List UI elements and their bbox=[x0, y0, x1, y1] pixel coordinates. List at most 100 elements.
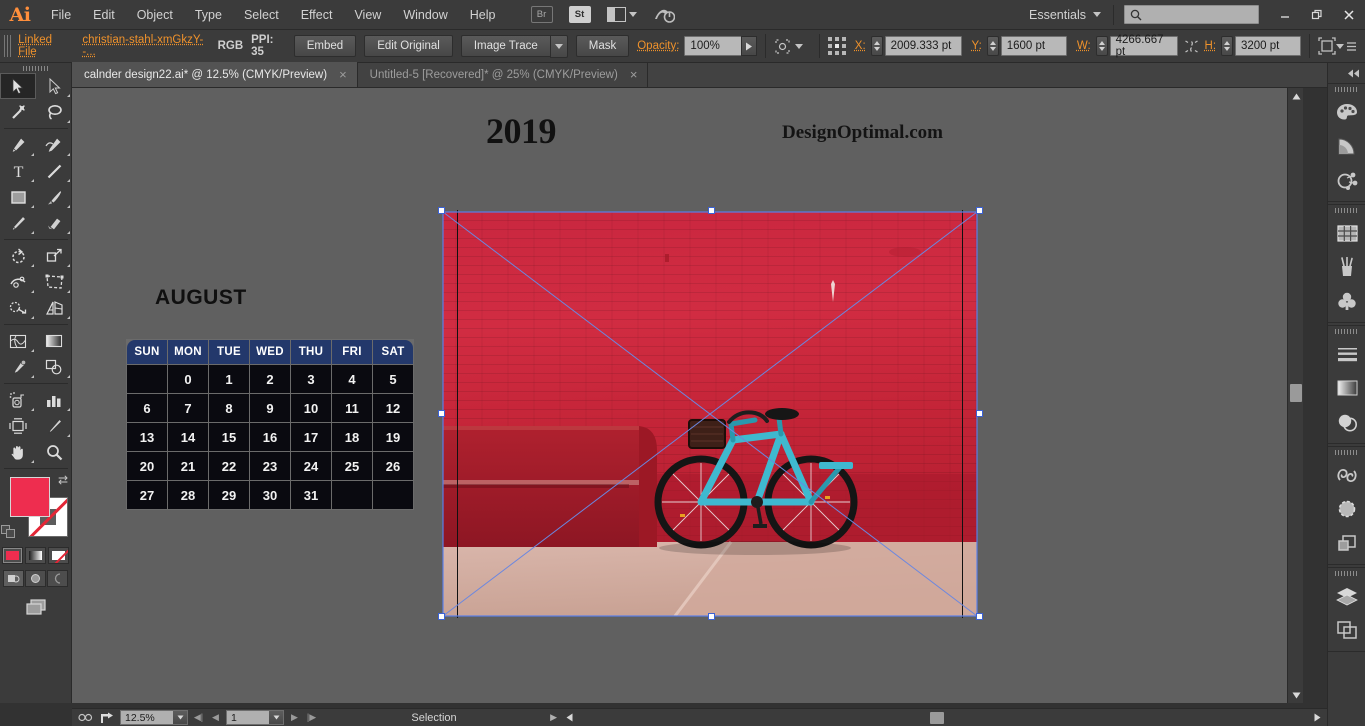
w-stepper[interactable] bbox=[1095, 36, 1108, 56]
constrain-proportions-button[interactable] bbox=[1184, 38, 1199, 55]
device-n-icon[interactable] bbox=[76, 710, 94, 726]
transparency-panel-icon[interactable] bbox=[1328, 405, 1365, 439]
opacity-slider-button[interactable] bbox=[740, 36, 757, 56]
draw-normal-button[interactable] bbox=[3, 570, 24, 587]
layers-panel-icon[interactable] bbox=[1328, 579, 1365, 613]
linked-file-name[interactable]: christian-stahl-xmGkzY--... bbox=[82, 34, 203, 58]
line-segment-tool[interactable] bbox=[36, 158, 72, 184]
share-on-behance-icon[interactable] bbox=[98, 710, 116, 726]
edit-original-button[interactable]: Edit Original bbox=[364, 35, 453, 57]
panel-group-grip[interactable] bbox=[1328, 326, 1365, 337]
paintbrush-tool[interactable] bbox=[36, 184, 72, 210]
image-trace-button[interactable]: Image Trace bbox=[460, 35, 550, 57]
canvas-vertical-scrollbar[interactable] bbox=[1287, 88, 1303, 703]
direct-selection-tool[interactable] bbox=[36, 73, 72, 99]
zoom-level-value[interactable]: 12.5% bbox=[121, 712, 173, 724]
selection-handle-bc[interactable] bbox=[708, 613, 715, 620]
panel-menu-button[interactable] bbox=[1336, 41, 1357, 52]
symbol-sprayer-tool[interactable] bbox=[0, 387, 36, 413]
fill-swatch[interactable] bbox=[10, 477, 50, 517]
selection-handle-tr[interactable] bbox=[976, 207, 983, 214]
creative-cloud-icon[interactable] bbox=[653, 7, 675, 23]
eraser-tool[interactable] bbox=[36, 210, 72, 236]
maximize-restore-button[interactable] bbox=[1301, 0, 1333, 30]
menu-help[interactable]: Help bbox=[459, 0, 507, 30]
color-mode-gradient-button[interactable] bbox=[25, 547, 46, 564]
image-trace-split-button[interactable]: Image Trace bbox=[460, 34, 568, 58]
tools-panel-grip[interactable] bbox=[0, 63, 71, 73]
selection-tool[interactable] bbox=[0, 73, 36, 99]
linked-file-label[interactable]: Linked File bbox=[18, 34, 68, 58]
close-icon[interactable]: × bbox=[339, 68, 347, 81]
document-canvas[interactable]: 2019 DesignOptimal.com AUGUST SUN MON TU… bbox=[72, 88, 1303, 703]
selection-handle-tc[interactable] bbox=[708, 207, 715, 214]
next-artboard-button[interactable]: ▶ bbox=[288, 710, 301, 726]
blend-tool[interactable] bbox=[36, 354, 72, 380]
symbols-panel-icon[interactable] bbox=[1328, 284, 1365, 318]
recolor-artwork-icon[interactable] bbox=[1328, 163, 1365, 197]
artboard-number-control[interactable]: 1 bbox=[226, 710, 284, 725]
h-stepper[interactable] bbox=[1221, 36, 1233, 56]
draw-inside-button[interactable] bbox=[47, 570, 68, 587]
chevron-down-icon[interactable] bbox=[549, 34, 568, 58]
x-stepper[interactable] bbox=[870, 36, 883, 56]
minimize-button[interactable] bbox=[1269, 0, 1301, 30]
panel-group-grip[interactable] bbox=[1328, 84, 1365, 95]
w-input[interactable]: 4266.667 pt bbox=[1109, 34, 1178, 58]
width-tool[interactable] bbox=[0, 269, 36, 295]
artboards-panel-icon[interactable] bbox=[1328, 613, 1365, 647]
y-input[interactable]: 1600 pt bbox=[1000, 36, 1067, 56]
magic-wand-tool[interactable] bbox=[0, 99, 36, 125]
scroll-up-button[interactable] bbox=[1288, 88, 1304, 104]
slice-tool[interactable] bbox=[36, 413, 72, 439]
stroke-panel-icon[interactable] bbox=[1328, 337, 1365, 371]
gradient-panel-icon[interactable] bbox=[1328, 371, 1365, 405]
swatches-panel-icon[interactable] bbox=[1328, 216, 1365, 250]
free-transform-tool[interactable] bbox=[36, 269, 72, 295]
type-tool[interactable]: T bbox=[0, 158, 36, 184]
lasso-tool[interactable] bbox=[36, 99, 72, 125]
eyedropper-tool[interactable] bbox=[0, 354, 36, 380]
menu-effect[interactable]: Effect bbox=[290, 0, 344, 30]
menu-view[interactable]: View bbox=[343, 0, 392, 30]
document-tab-untitled[interactable]: Untitled-5 [Recovered]* @ 25% (CMYK/Prev… bbox=[358, 62, 649, 87]
menu-object[interactable]: Object bbox=[126, 0, 184, 30]
search-box[interactable] bbox=[1124, 5, 1259, 24]
appearance-panel-icon[interactable] bbox=[1328, 492, 1365, 526]
canvas-horizontal-scrollbar[interactable] bbox=[561, 708, 1365, 726]
artboard-dropdown-button[interactable] bbox=[269, 711, 283, 724]
embed-button[interactable]: Embed bbox=[293, 35, 357, 57]
default-fill-stroke-icon[interactable] bbox=[1, 525, 16, 539]
menu-window[interactable]: Window bbox=[392, 0, 458, 30]
scroll-down-button[interactable] bbox=[1288, 687, 1304, 703]
screen-mode-button[interactable] bbox=[0, 597, 71, 617]
selection-handle-mr[interactable] bbox=[976, 410, 983, 417]
brushes-panel-icon[interactable] bbox=[1328, 250, 1365, 284]
menu-edit[interactable]: Edit bbox=[82, 0, 126, 30]
search-input[interactable] bbox=[1147, 8, 1253, 21]
reference-point-selector[interactable] bbox=[827, 36, 847, 56]
arrange-documents-icon[interactable] bbox=[606, 7, 637, 22]
perspective-grid-tool[interactable] bbox=[36, 295, 72, 321]
zoom-tool[interactable] bbox=[36, 439, 72, 465]
libraries-panel-icon[interactable] bbox=[1328, 458, 1365, 492]
scroll-left-button[interactable] bbox=[561, 713, 577, 722]
isolate-selection-button[interactable] bbox=[774, 38, 803, 55]
artboard-number-value[interactable]: 1 bbox=[227, 712, 269, 724]
placed-image-object[interactable] bbox=[438, 207, 983, 620]
transform-panel-button[interactable] bbox=[1318, 37, 1336, 55]
previous-artboard-button[interactable]: ◀ bbox=[209, 710, 222, 726]
workspace-switcher[interactable]: Essentials bbox=[1017, 8, 1113, 22]
color-mode-none-button[interactable] bbox=[48, 547, 69, 564]
menu-file[interactable]: File bbox=[40, 0, 82, 30]
document-tab-active[interactable]: calnder design22.ai* @ 12.5% (CMYK/Previ… bbox=[72, 62, 358, 87]
color-panel-icon[interactable] bbox=[1328, 95, 1365, 129]
draw-behind-button[interactable] bbox=[25, 570, 46, 587]
control-bar-grip[interactable] bbox=[4, 35, 13, 57]
shape-builder-tool[interactable] bbox=[0, 295, 36, 321]
h-input[interactable]: 3200 pt bbox=[1234, 36, 1302, 56]
scroll-right-button[interactable] bbox=[1309, 713, 1325, 722]
vertical-scroll-thumb[interactable] bbox=[1290, 384, 1302, 402]
selection-handle-bl[interactable] bbox=[438, 613, 445, 620]
column-graph-tool[interactable] bbox=[36, 387, 72, 413]
